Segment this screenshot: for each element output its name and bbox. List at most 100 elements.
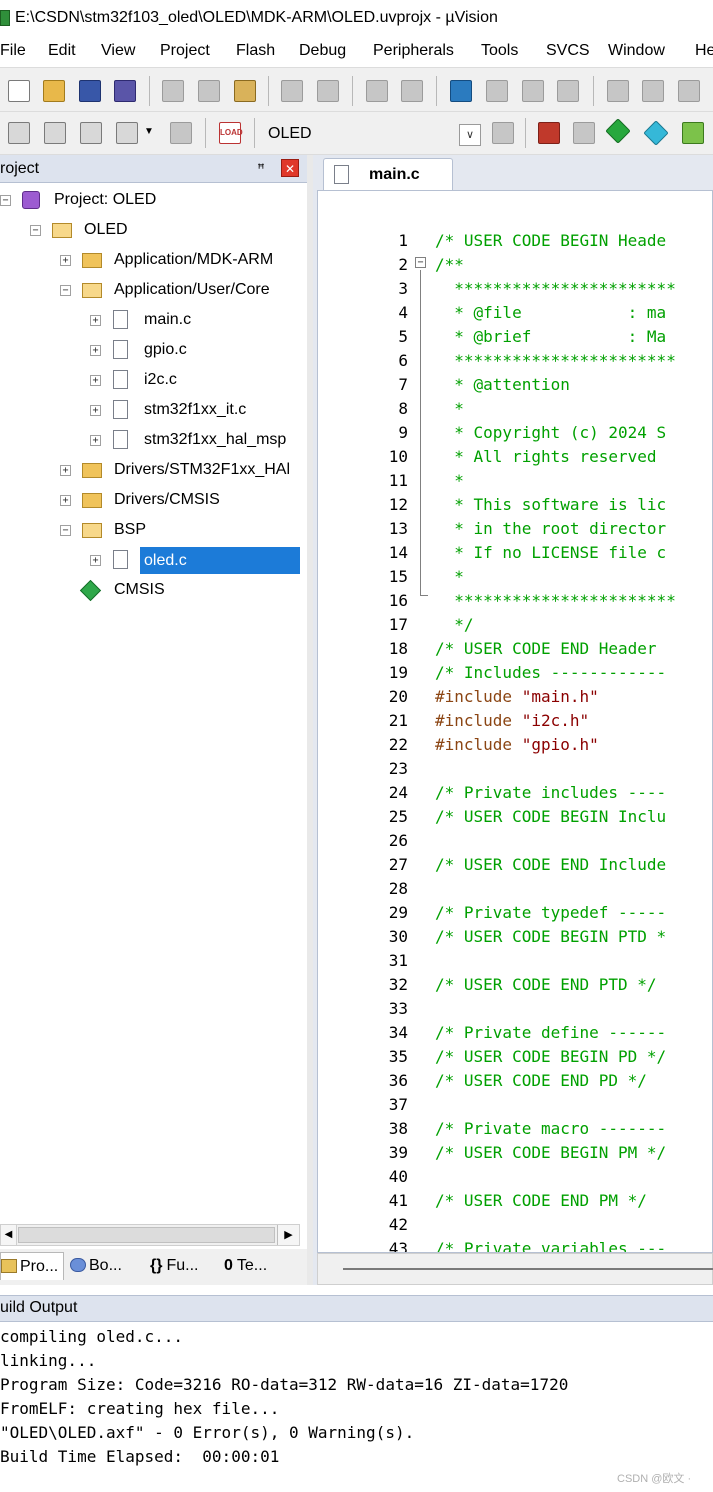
file-icon xyxy=(113,550,128,569)
next-bookmark-icon[interactable] xyxy=(522,80,544,102)
line-number: 37 xyxy=(388,1095,408,1114)
expand-icon[interactable]: + xyxy=(90,345,101,356)
code-line: * Copyright (c) 2024 S xyxy=(435,423,666,442)
expand-icon[interactable]: + xyxy=(90,315,101,326)
menu-window[interactable]: Window xyxy=(608,42,665,60)
scrollbar-thumb[interactable] xyxy=(18,1227,275,1243)
output-line: Program Size: Code=3216 RO-data=312 RW-d… xyxy=(0,1375,569,1394)
tab-main-c[interactable]: main.c xyxy=(323,158,453,190)
expand-icon[interactable]: + xyxy=(60,255,71,266)
menu-edit[interactable]: Edit xyxy=(48,42,76,60)
menu-help[interactable]: He xyxy=(695,42,713,60)
clear-bookmarks-icon[interactable] xyxy=(557,80,579,102)
title-bar: E:\CSDN\stm32f103_oled\OLED\MDK-ARM\OLED… xyxy=(0,0,713,37)
code-line: * If no LICENSE file c xyxy=(435,543,666,562)
expand-icon[interactable]: + xyxy=(90,405,101,416)
file-icon xyxy=(113,310,128,329)
menu-file[interactable]: File xyxy=(0,42,26,60)
chevron-down-icon[interactable]: ∨ xyxy=(459,124,481,146)
collapse-icon[interactable]: − xyxy=(60,285,71,296)
tab-templates[interactable]: 0 Te... xyxy=(224,1252,304,1280)
toolbar-separator xyxy=(268,76,269,106)
code-text: *********************** xyxy=(435,279,676,298)
menu-flash[interactable]: Flash xyxy=(236,42,275,60)
collapse-icon[interactable]: − xyxy=(60,525,71,536)
manage-runtime-environment-icon[interactable] xyxy=(605,118,631,144)
line-number: 42 xyxy=(388,1215,408,1234)
project-tab-icon xyxy=(1,1259,17,1273)
chevron-down-icon[interactable]: ▼ xyxy=(144,126,154,137)
stop-build-icon[interactable] xyxy=(170,122,192,144)
select-packs-icon[interactable] xyxy=(573,122,595,144)
menu-project[interactable]: Project xyxy=(160,42,210,60)
menu-tools[interactable]: Tools xyxy=(481,42,518,60)
redo-icon[interactable] xyxy=(317,80,339,102)
tree-node-label: OLED xyxy=(84,221,128,238)
collapse-icon[interactable]: − xyxy=(0,195,11,206)
target-select-value[interactable]: OLED xyxy=(268,125,312,143)
download-load-icon[interactable]: LOAD xyxy=(219,122,243,144)
unindent-icon[interactable] xyxy=(642,80,664,102)
cut-icon[interactable] xyxy=(162,80,184,102)
code-text: * @file : ma xyxy=(435,303,667,322)
code-text: /* USER CODE END PD */ xyxy=(435,1071,647,1090)
indent-icon[interactable] xyxy=(607,80,629,102)
tab-project[interactable]: Pro... xyxy=(0,1252,64,1280)
collapse-icon[interactable]: − xyxy=(30,225,41,236)
menu-peripherals[interactable]: Peripherals xyxy=(373,42,454,60)
close-icon[interactable]: ✕ xyxy=(281,159,299,177)
open-file-icon[interactable] xyxy=(43,80,65,102)
manage-project-items-icon[interactable] xyxy=(538,122,560,144)
rebuild-icon[interactable] xyxy=(80,122,102,144)
build-icon[interactable] xyxy=(44,122,66,144)
toolbar-separator xyxy=(352,76,353,106)
fold-collapse-icon[interactable]: − xyxy=(415,257,426,268)
scrollbar-thumb[interactable] xyxy=(343,1268,713,1270)
editor-horizontal-scrollbar[interactable] xyxy=(317,1253,713,1285)
save-icon[interactable] xyxy=(79,80,101,102)
navigate-forward-icon[interactable] xyxy=(401,80,423,102)
paste-icon[interactable] xyxy=(234,80,256,102)
expand-icon[interactable]: + xyxy=(60,465,71,476)
code-editor[interactable]: − 1/* USER CODE BEGIN Heade 2/** 3 *******… xyxy=(317,190,713,1253)
new-file-icon[interactable] xyxy=(8,80,30,102)
tab-books[interactable]: Bo... xyxy=(70,1252,140,1280)
scroll-left-icon[interactable]: ◀ xyxy=(1,1225,17,1245)
tree-node-label: Application/User/Core xyxy=(114,281,270,298)
multi-project-icon[interactable] xyxy=(682,122,704,144)
books-tab-icon xyxy=(70,1258,86,1272)
code-line: * xyxy=(435,471,464,490)
code-text: /* USER CODE BEGIN PM */ xyxy=(435,1143,667,1162)
copy-icon[interactable] xyxy=(198,80,220,102)
scroll-right-icon[interactable]: ▶ xyxy=(277,1225,299,1245)
target-options-icon[interactable] xyxy=(492,122,514,144)
menu-svcs[interactable]: SVCS xyxy=(546,42,590,60)
menu-debug[interactable]: Debug xyxy=(299,42,346,60)
navigate-back-icon[interactable] xyxy=(366,80,388,102)
line-number: 30 xyxy=(388,927,408,946)
project-panel-title: roject xyxy=(0,160,40,177)
code-text: * in the root director xyxy=(435,519,667,538)
save-all-icon[interactable] xyxy=(114,80,136,102)
translate-icon[interactable] xyxy=(8,122,30,144)
editor-panel: main.c − 1/* USER CODE BEGIN Heade 2/** 3 … xyxy=(313,155,713,1285)
prev-bookmark-icon[interactable] xyxy=(486,80,508,102)
batch-build-icon[interactable] xyxy=(116,122,138,144)
expand-icon[interactable]: + xyxy=(60,495,71,506)
project-horizontal-scrollbar[interactable]: ◀ ▶ xyxy=(0,1224,300,1246)
menu-view[interactable]: View xyxy=(101,42,135,60)
code-line: * @attention xyxy=(435,375,570,394)
comment-icon[interactable] xyxy=(678,80,700,102)
line-number: 14 xyxy=(388,543,408,562)
expand-icon[interactable]: + xyxy=(90,375,101,386)
expand-icon[interactable]: + xyxy=(90,555,101,566)
bookmark-icon[interactable] xyxy=(450,80,472,102)
line-number: 4 xyxy=(398,303,408,322)
pin-icon[interactable]: ꟸ xyxy=(253,161,269,177)
tree-node-file[interactable]: + stm32f1xx_hal_msp xyxy=(0,428,300,452)
tree-node-group[interactable]: + Drivers/STM32F1xx_HAl xyxy=(0,458,300,482)
undo-icon[interactable] xyxy=(281,80,303,102)
pack-installer-icon[interactable] xyxy=(643,120,669,146)
expand-icon[interactable]: + xyxy=(90,435,101,446)
tab-functions[interactable]: {} Fu... xyxy=(150,1252,216,1280)
